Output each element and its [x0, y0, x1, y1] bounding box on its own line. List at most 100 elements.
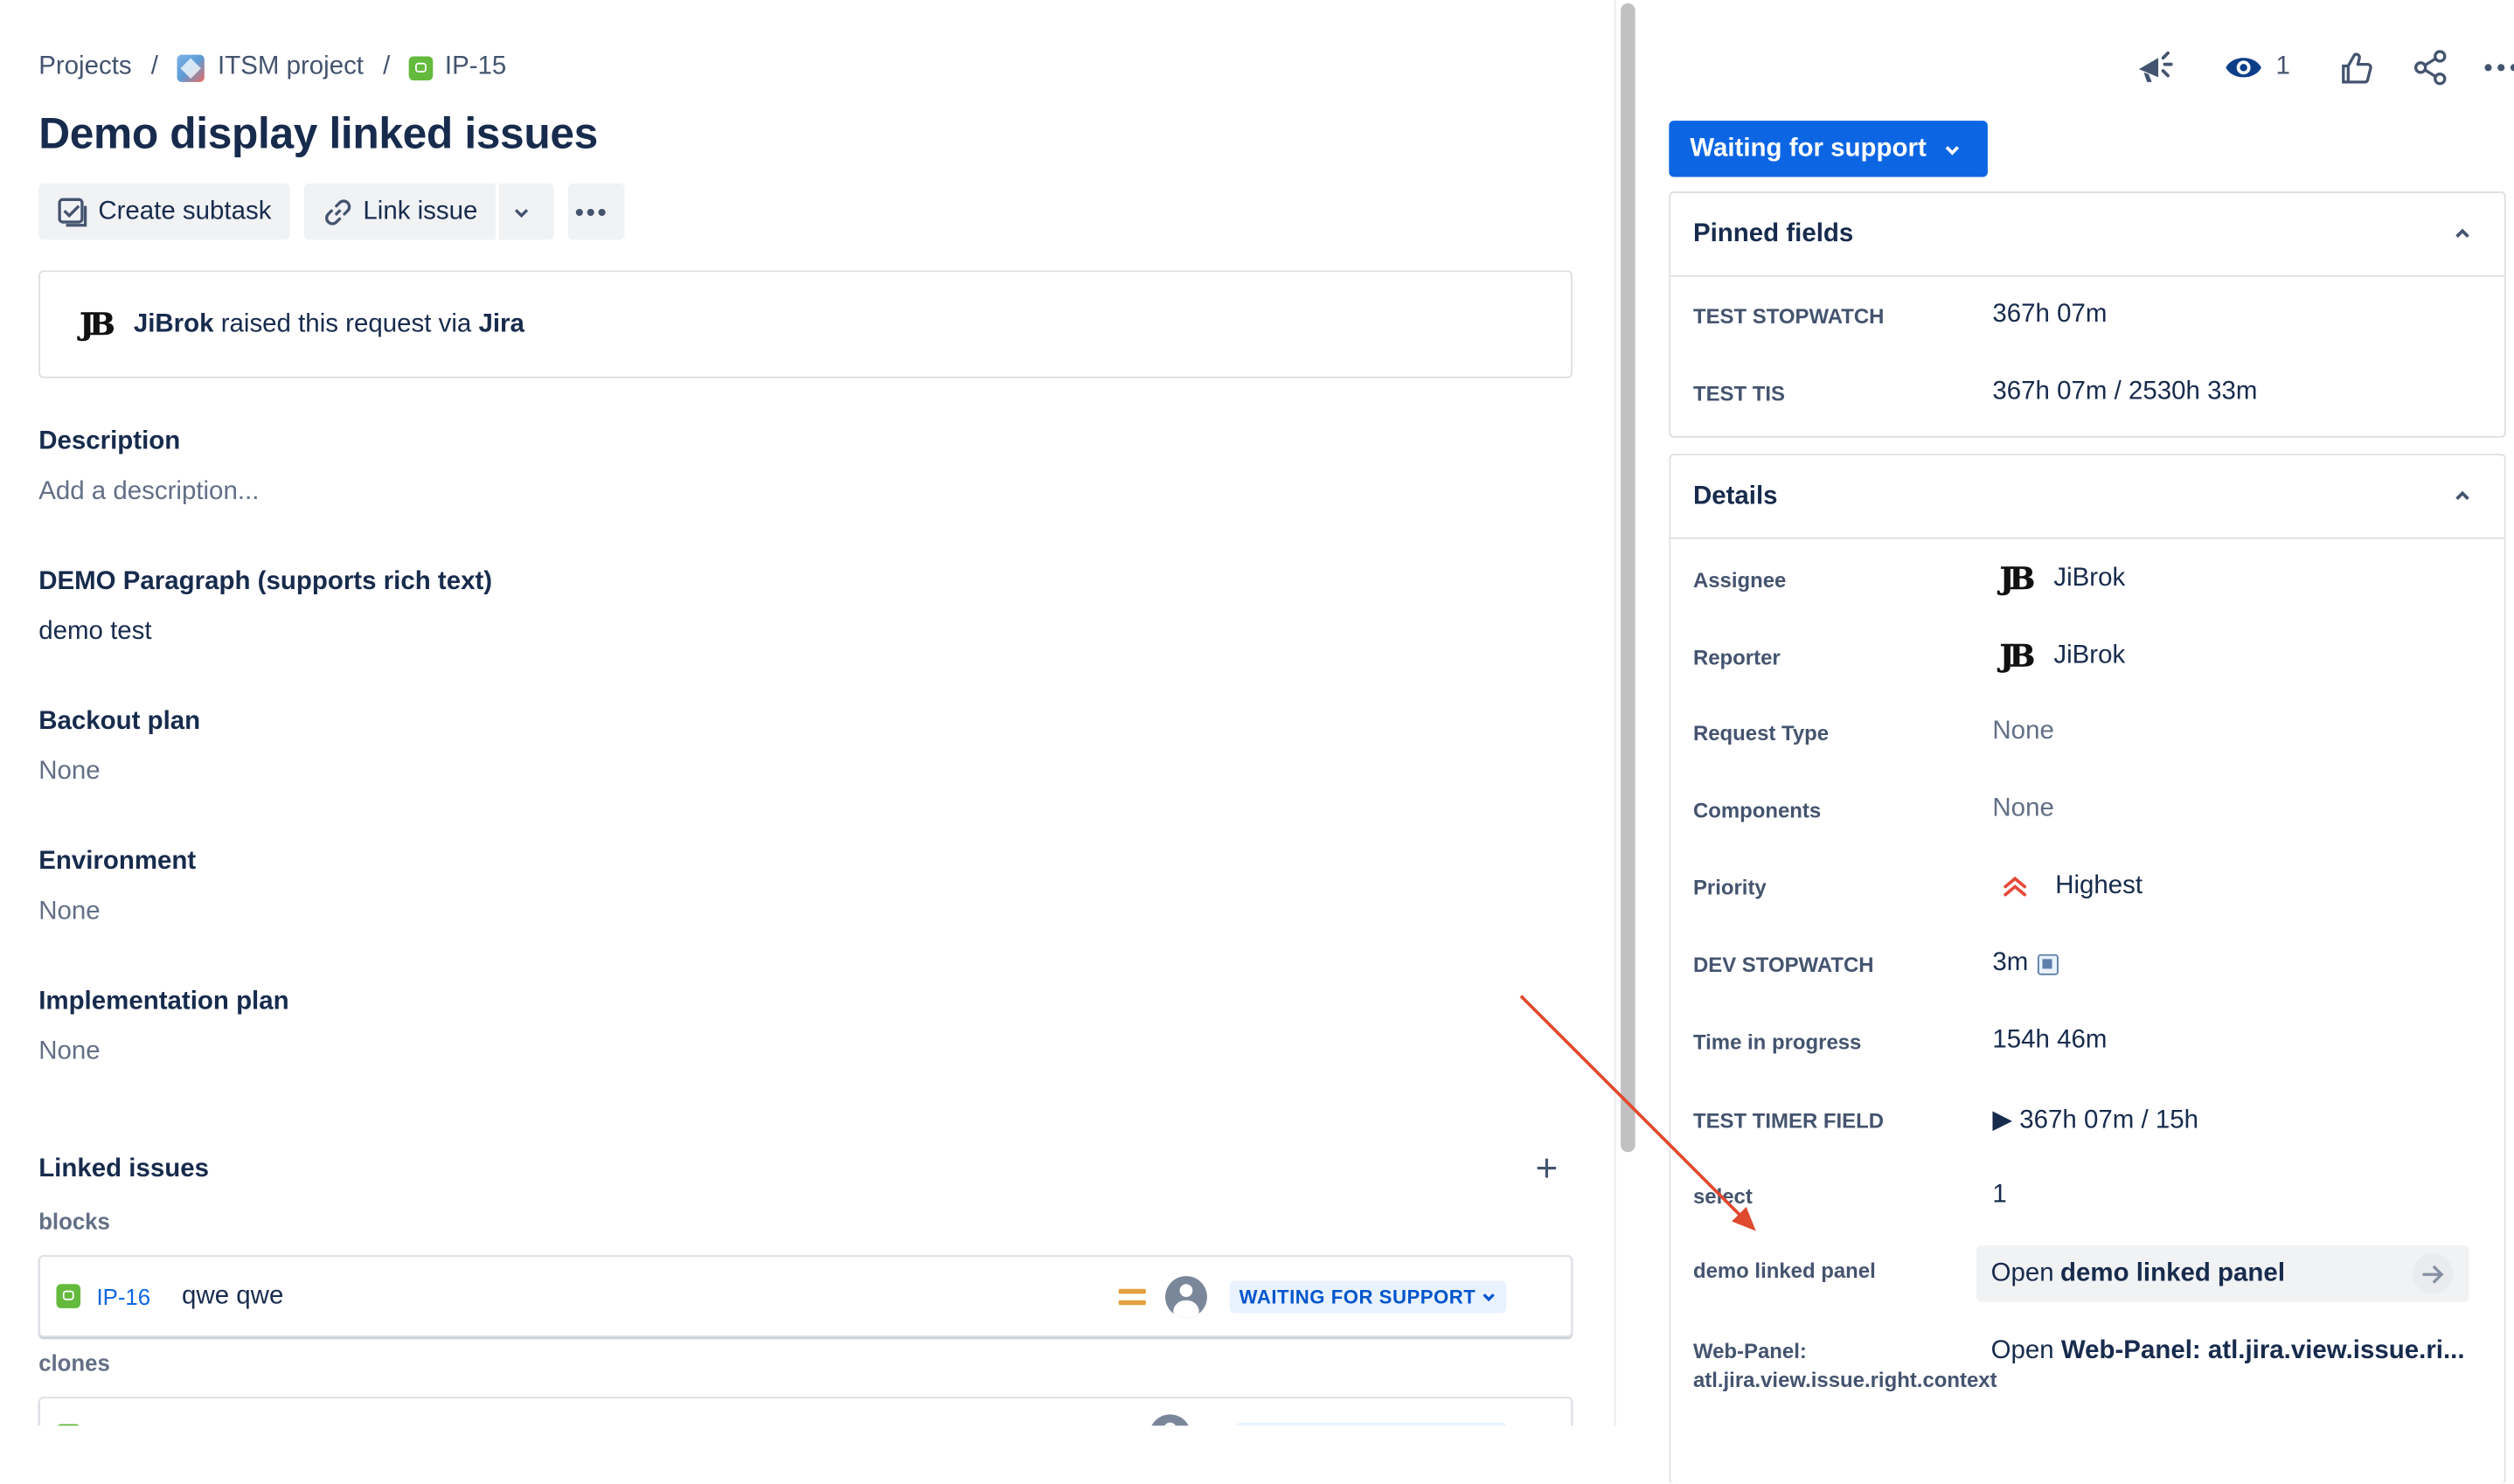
select-field[interactable]: 1: [1992, 1181, 2006, 1210]
chevron-up-icon: [2455, 228, 2469, 238]
issue-main-pane: Projects / ITSM project / IP-15 Demo dis…: [0, 0, 1615, 1426]
backout-plan-field[interactable]: None: [38, 758, 100, 787]
details-header[interactable]: Details: [1670, 455, 2504, 539]
field-row: TEST STOPWATCH 367h 07m: [1693, 301, 2498, 329]
stop-icon[interactable]: [2038, 953, 2059, 974]
jibrok-avatar-icon: JB: [1999, 561, 2035, 598]
linked-issue-status-label: WAITING FOR SUPPORT: [1239, 1285, 1476, 1307]
time-in-progress-field[interactable]: 154h 46m: [1992, 1027, 2107, 1056]
test-timer-field[interactable]: ▶ 367h 07m / 15h: [1992, 1104, 2198, 1136]
breadcrumb-issue[interactable]: IP-15: [409, 53, 506, 82]
more-button[interactable]: [2483, 63, 2514, 73]
dev-stopwatch-label: DEV STOPWATCH: [1692, 952, 1874, 976]
priority-row: Priority Highest: [1693, 872, 2498, 901]
chevron-down-icon: [1945, 145, 1960, 155]
priority-value: Highest: [2055, 871, 2143, 900]
thumbs-up-icon: [2341, 52, 2372, 84]
breadcrumb-projects[interactable]: Projects: [38, 53, 131, 82]
test-stopwatch-value[interactable]: 367h 07m: [1992, 301, 2107, 329]
vote-button[interactable]: [2338, 50, 2374, 86]
linked-issue-status[interactable]: [1236, 1422, 1507, 1426]
field-row: TEST TIS 367h 07m / 2530h 33m: [1693, 378, 2498, 407]
linked-issue-row[interactable]: [38, 1397, 1573, 1426]
test-tis-value[interactable]: 367h 07m / 2530h 33m: [1992, 378, 2257, 407]
field-label: TEST TIS: [1692, 380, 1786, 406]
linked-issue-key[interactable]: IP-16: [96, 1283, 182, 1308]
chevron-up-icon: [2455, 490, 2469, 501]
issue-type-icon: [56, 1284, 81, 1308]
request-type-field[interactable]: None: [1992, 718, 2053, 746]
breadcrumb-project[interactable]: ITSM project: [177, 53, 364, 82]
scrollbar-thumb[interactable]: [1621, 3, 1635, 1153]
watch-button[interactable]: 1: [2225, 53, 2290, 82]
dev-stopwatch-value: 3m: [1992, 949, 2029, 977]
add-linked-issue-icon[interactable]: +: [1536, 1150, 1559, 1189]
pinned-fields-title: Pinned fields: [1692, 219, 1854, 247]
test-timer-label: TEST TIMER FIELD: [1692, 1107, 1885, 1133]
create-subtask-label: Create subtask: [98, 197, 272, 225]
linked-issues-heading: Linked issues: [38, 1155, 210, 1183]
request-user[interactable]: JiBrok: [134, 309, 214, 338]
assignee-field[interactable]: JB JiBrok: [1992, 561, 2125, 598]
implementation-plan-field[interactable]: None: [38, 1038, 100, 1067]
web-panel-name: Web-Panel: atl.jira.view.issue.ri...: [2060, 1337, 2465, 1365]
reporter-field[interactable]: JB JiBrok: [1992, 639, 2125, 675]
linked-issue-status[interactable]: WAITING FOR SUPPORT: [1229, 1279, 1507, 1313]
share-button[interactable]: [2413, 50, 2448, 86]
jibrok-avatar-icon: JB: [80, 306, 115, 343]
details-title: Details: [1692, 482, 1778, 510]
linked-issue-summary[interactable]: qwe qwe: [182, 1282, 1118, 1311]
environment-field[interactable]: None: [38, 898, 100, 926]
request-channel: Jira: [478, 309, 524, 337]
breadcrumb-issue-key: IP-15: [444, 52, 507, 81]
select-label: select: [1692, 1183, 1753, 1208]
priority-field[interactable]: Highest: [1992, 872, 2142, 901]
link-icon: [324, 198, 351, 225]
status-transition-button[interactable]: Waiting for support: [1669, 121, 1988, 177]
issue-type-icon: [56, 1424, 81, 1426]
open-demo-linked-panel-button[interactable]: Open demo linked panel: [1976, 1245, 2469, 1302]
open-web-panel-link[interactable]: Open Web-Panel: atl.jira.view.issue.ri..…: [1991, 1337, 2465, 1366]
priority-label: Priority: [1692, 874, 1767, 899]
link-issue-button[interactable]: Link issue: [303, 183, 496, 240]
dev-stopwatch-row: DEV STOPWATCH 3m: [1693, 949, 2498, 978]
demo-linked-panel-name: demo linked panel: [2059, 1259, 2286, 1287]
demo-paragraph-field[interactable]: demo test: [38, 618, 151, 647]
issue-top-actions: 1: [2134, 48, 2514, 87]
breadcrumb-separator: /: [150, 52, 158, 81]
web-panel-open: Open: [1990, 1337, 2054, 1365]
link-issue-dropdown-button[interactable]: [498, 183, 553, 240]
unassigned-avatar-icon: [1149, 1414, 1191, 1426]
subtask-icon: [58, 197, 87, 226]
issue-toolbar: Create subtask Link issue: [38, 183, 624, 240]
share-icon: [2413, 50, 2447, 86]
description-field[interactable]: Add a description...: [38, 478, 259, 507]
create-subtask-button[interactable]: Create subtask: [38, 183, 289, 240]
unassigned-avatar-icon: [1164, 1275, 1207, 1318]
demo-paragraph-label: DEMO Paragraph (supports rich text): [38, 567, 493, 596]
status-label: Waiting for support: [1690, 134, 1927, 163]
issue-title[interactable]: Demo display linked issues: [38, 109, 598, 159]
priority-medium-icon: [1118, 1286, 1146, 1306]
open-label: Open: [1990, 1259, 2054, 1287]
components-row: Components None: [1693, 795, 2498, 824]
breadcrumb-project-label: ITSM project: [218, 52, 364, 81]
relation-clones-label: clones: [38, 1349, 110, 1377]
reporter-name: JiBrok: [2053, 641, 2126, 669]
feedback-button[interactable]: [2134, 48, 2176, 87]
arrow-right-icon: [2412, 1253, 2453, 1294]
components-field[interactable]: None: [1992, 795, 2053, 824]
field-label: TEST STOPWATCH: [1692, 303, 1885, 328]
web-panel-label: Web-Panel: atl.jira.view.issue.right.con…: [1692, 1338, 1997, 1391]
linked-issue-row[interactable]: IP-16 qwe qwe WAITING FOR SUPPORT: [38, 1255, 1573, 1338]
more-actions-button[interactable]: [567, 183, 624, 240]
chevron-down-icon: [514, 208, 528, 218]
issue-type-icon: [409, 55, 434, 80]
request-text: raised this request via: [220, 309, 472, 337]
time-in-progress-row: Time in progress 154h 46m: [1693, 1027, 2498, 1056]
dev-stopwatch-field[interactable]: 3m: [1992, 949, 2059, 978]
link-issue-label: Link issue: [363, 197, 478, 225]
environment-label: Environment: [38, 848, 197, 876]
components-label: Components: [1692, 797, 1822, 822]
pinned-fields-header[interactable]: Pinned fields: [1670, 193, 2504, 277]
